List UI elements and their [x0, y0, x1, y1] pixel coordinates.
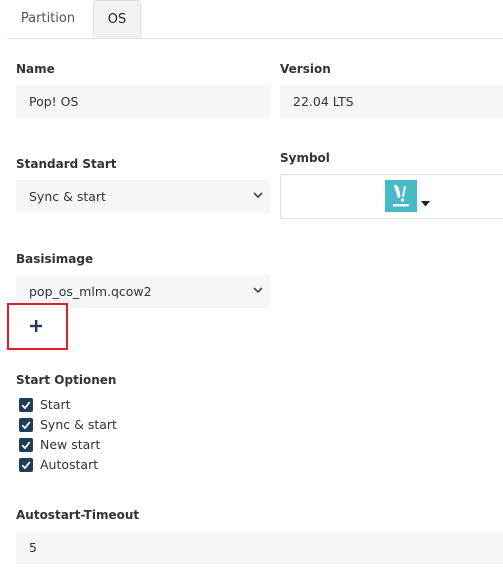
- pop-os-logo-icon: [385, 180, 417, 212]
- checkbox-label: Autostart: [40, 457, 99, 472]
- version-label: Version: [280, 62, 331, 76]
- chevron-down-icon: [253, 275, 263, 294]
- checkbox-checked[interactable]: [19, 398, 33, 412]
- name-input[interactable]: Pop! OS: [16, 85, 270, 118]
- start-options-label: Start Optionen: [16, 373, 117, 387]
- symbol-picker[interactable]: [280, 174, 503, 219]
- standard-start-value: Sync & start: [29, 189, 106, 204]
- checkbox-label: Start: [40, 397, 71, 412]
- checkbox-label: New start: [40, 437, 101, 452]
- basisimage-label: Basisimage: [16, 252, 94, 266]
- version-input[interactable]: 22.04 LTS: [280, 85, 503, 118]
- tab-os[interactable]: OS: [93, 0, 141, 38]
- tab-partition[interactable]: Partition: [6, 0, 90, 38]
- standard-start-label: Standard Start: [16, 157, 117, 171]
- checkbox-checked[interactable]: [19, 458, 33, 472]
- basisimage-value: pop_os_mlm.qcow2: [29, 284, 152, 299]
- checkbox-label: Sync & start: [40, 417, 117, 432]
- chevron-down-icon: [253, 180, 263, 199]
- tab-bar: Partition OS: [6, 0, 503, 39]
- add-image-button[interactable]: [7, 303, 68, 350]
- checkbox-checked[interactable]: [19, 438, 33, 452]
- checkbox-checked[interactable]: [19, 418, 33, 432]
- plus-icon: [30, 320, 42, 332]
- name-label: Name: [16, 62, 55, 76]
- autostart-timeout-label: Autostart-Timeout: [16, 508, 140, 522]
- caret-down-icon: [421, 192, 430, 211]
- autostart-timeout-input[interactable]: 5: [16, 531, 503, 564]
- standard-start-select[interactable]: Sync & start: [16, 180, 270, 213]
- symbol-label: Symbol: [280, 151, 330, 165]
